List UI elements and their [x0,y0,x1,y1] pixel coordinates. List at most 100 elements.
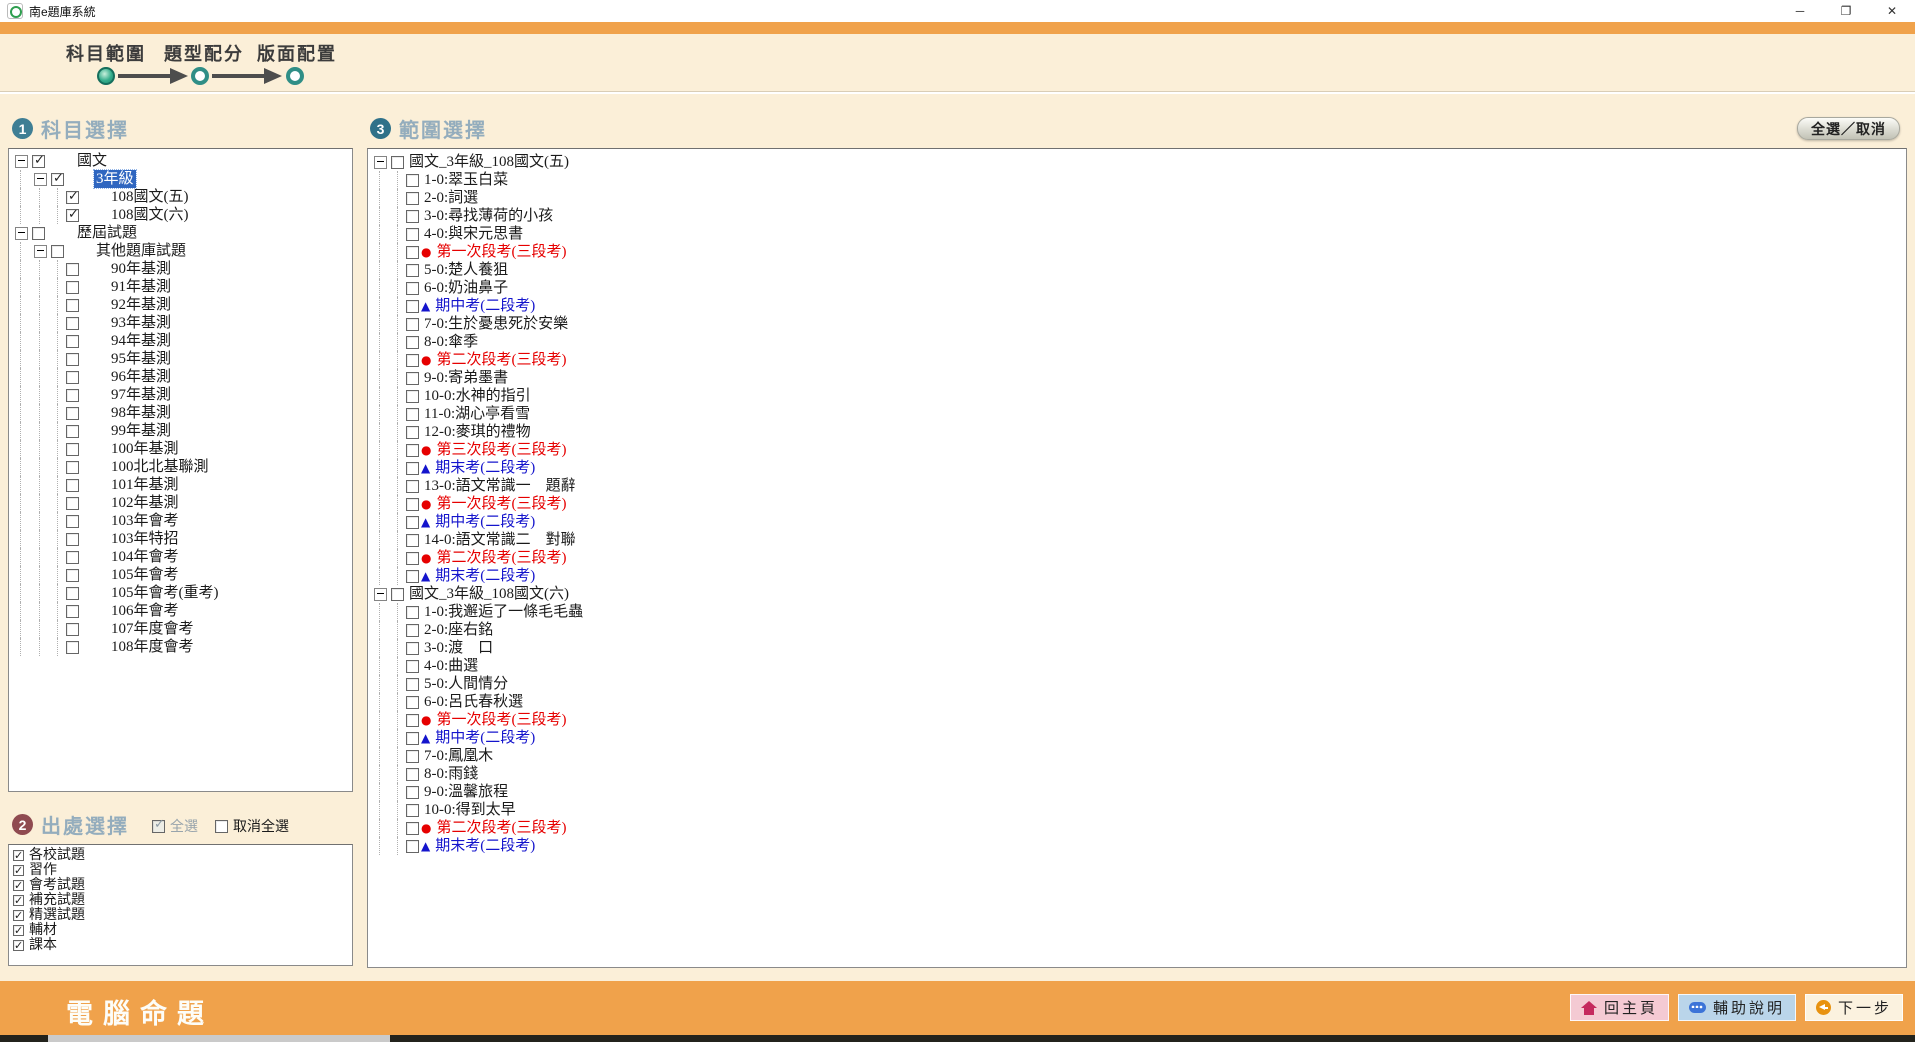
scope-tree-row[interactable]: 5-0:人間情分 [368,675,1906,693]
subject-tree-row[interactable]: 97年基測 [9,386,352,404]
checkbox[interactable] [406,786,419,799]
subject-tree-row[interactable]: 108國文(五) [9,188,352,206]
subject-tree-row[interactable]: 91年基測 [9,278,352,296]
subject-tree-row[interactable]: 103年特招 [9,530,352,548]
checkbox[interactable] [406,534,419,547]
select-all-checkbox[interactable]: 全選 [152,816,198,836]
checkbox[interactable] [66,389,79,402]
source-list-item[interactable]: 課本 [9,938,352,953]
checkbox[interactable] [66,407,79,420]
checkbox[interactable] [406,426,419,439]
subject-tree-row[interactable]: 98年基測 [9,404,352,422]
checkbox[interactable] [406,390,419,403]
checkbox[interactable] [406,516,419,529]
scope-tree-row[interactable]: ▲期末考(二段考) [368,567,1906,585]
scope-tree-row[interactable]: 7-0:鳳凰木 [368,747,1906,765]
checkbox[interactable] [32,227,45,240]
checkbox[interactable] [391,156,404,169]
scope-tree-row[interactable]: 5-0:楚人養狙 [368,261,1906,279]
subject-tree-row[interactable]: 106年會考 [9,602,352,620]
collapse-icon[interactable] [34,173,47,186]
scope-tree-row[interactable]: ●第一次段考(三段考) [368,243,1906,261]
subject-tree-row[interactable]: 100年基測 [9,440,352,458]
checkbox[interactable] [406,696,419,709]
subject-tree-row[interactable]: 100北北基聯測 [9,458,352,476]
scope-tree-row[interactable]: 國文_3年級_108國文(五) [368,153,1906,171]
scope-tree-row[interactable]: 3-0:尋找薄荷的小孩 [368,207,1906,225]
scope-tree-row[interactable]: ▲期中考(二段考) [368,297,1906,315]
help-button[interactable]: 輔助說明 [1678,994,1796,1021]
checkbox[interactable] [406,804,419,817]
scope-tree-row[interactable]: ●第二次段考(三段考) [368,819,1906,837]
scope-tree-row[interactable]: 2-0:座右銘 [368,621,1906,639]
checkbox[interactable] [406,750,419,763]
scope-tree-row[interactable]: ▲期末考(二段考) [368,459,1906,477]
source-list-item[interactable]: 補充試題 [9,893,352,908]
checkbox[interactable] [406,660,419,673]
checkbox[interactable] [406,372,419,385]
checkbox[interactable] [406,768,419,781]
restore-button[interactable]: ❐ [1823,0,1869,22]
scope-tree-row[interactable]: ▲期中考(二段考) [368,729,1906,747]
subject-tree-row[interactable]: 108年度會考 [9,638,352,656]
checkbox[interactable] [66,605,79,618]
scope-tree-row[interactable]: ▲期中考(二段考) [368,513,1906,531]
checkbox[interactable] [66,515,79,528]
checkbox[interactable] [406,570,419,583]
checkbox[interactable] [406,300,419,313]
checkbox[interactable] [406,228,419,241]
scope-tree-row[interactable]: 12-0:麥琪的禮物 [368,423,1906,441]
scope-tree-row[interactable]: 10-0:得到太早 [368,801,1906,819]
subject-tree-row[interactable]: 101年基測 [9,476,352,494]
subject-tree-row[interactable]: 107年度會考 [9,620,352,638]
checkbox[interactable] [66,497,79,510]
scope-tree-row[interactable]: ●第二次段考(三段考) [368,351,1906,369]
subject-tree-row[interactable]: 90年基測 [9,260,352,278]
scope-tree-row[interactable]: 9-0:溫馨旅程 [368,783,1906,801]
checkbox[interactable] [66,623,79,636]
checkbox[interactable] [406,318,419,331]
checkbox[interactable] [406,642,419,655]
subject-tree-row[interactable]: 96年基測 [9,368,352,386]
subject-tree-row[interactable]: 99年基測 [9,422,352,440]
scope-tree-row[interactable]: 6-0:奶油鼻子 [368,279,1906,297]
collapse-icon[interactable] [374,156,387,169]
subject-tree-row[interactable]: 92年基測 [9,296,352,314]
scope-tree-row[interactable]: 7-0:生於憂患死於安樂 [368,315,1906,333]
checkbox[interactable] [406,246,419,259]
checkbox[interactable] [13,895,24,906]
checkbox[interactable] [406,264,419,277]
collapse-icon[interactable] [34,245,47,258]
scope-tree-row[interactable]: 10-0:水神的指引 [368,387,1906,405]
scope-tree-row[interactable]: 1-0:我邂逅了一條毛毛蟲 [368,603,1906,621]
source-list-item[interactable]: 習作 [9,863,352,878]
checkbox[interactable] [66,353,79,366]
scope-tree-row[interactable]: 11-0:湖心亭看雪 [368,405,1906,423]
checkbox[interactable] [66,191,79,204]
scope-tree-row[interactable]: ●第二次段考(三段考) [368,549,1906,567]
scope-tree-row[interactable]: 3-0:渡 口 [368,639,1906,657]
checkbox[interactable] [66,263,79,276]
checkbox[interactable] [66,317,79,330]
subject-tree-row[interactable]: 105年會考(重考) [9,584,352,602]
checkbox[interactable] [66,533,79,546]
checkbox[interactable] [406,192,419,205]
subject-tree-row[interactable]: 94年基測 [9,332,352,350]
scope-tree-row[interactable]: 2-0:詞選 [368,189,1906,207]
source-list-item[interactable]: 各校試題 [9,848,352,863]
deselect-all-checkbox[interactable]: 取消全選 [215,816,289,836]
checkbox[interactable] [406,624,419,637]
checkbox[interactable] [13,940,24,951]
checkbox[interactable] [66,461,79,474]
scope-tree-row[interactable]: 4-0:曲選 [368,657,1906,675]
scope-tree-row[interactable]: 13-0:語文常識一 題辭 [368,477,1906,495]
subject-tree-row[interactable]: 3年級 [9,170,352,188]
checkbox[interactable] [66,479,79,492]
checkbox[interactable] [66,335,79,348]
next-button[interactable]: 下一步 [1805,994,1903,1021]
subject-tree-row[interactable]: 105年會考 [9,566,352,584]
checkbox[interactable] [13,910,24,921]
checkbox[interactable] [66,281,79,294]
close-button[interactable]: ✕ [1869,0,1915,22]
checkbox[interactable] [66,209,79,222]
